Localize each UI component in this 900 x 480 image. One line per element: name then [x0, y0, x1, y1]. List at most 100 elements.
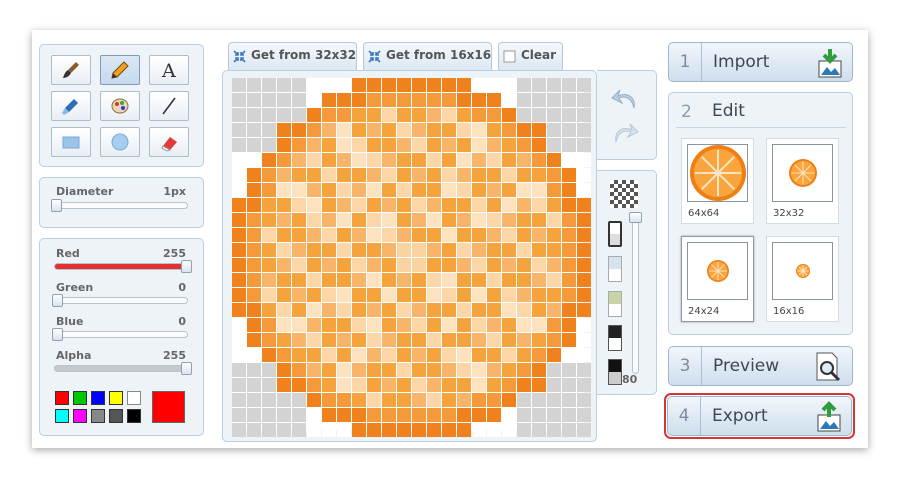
canvas-pixel[interactable]	[247, 198, 261, 212]
canvas-pixel[interactable]	[472, 288, 486, 302]
canvas-pixel[interactable]	[472, 303, 486, 317]
canvas-pixel[interactable]	[472, 408, 486, 422]
canvas-pixel[interactable]	[427, 108, 441, 122]
canvas-pixel[interactable]	[367, 273, 381, 287]
canvas-pixel[interactable]	[292, 93, 306, 107]
canvas-pixel[interactable]	[247, 243, 261, 257]
canvas-pixel[interactable]	[442, 213, 456, 227]
canvas-pixel[interactable]	[337, 273, 351, 287]
canvas-pixel[interactable]	[562, 423, 576, 437]
canvas-pixel[interactable]	[337, 183, 351, 197]
canvas-pixel[interactable]	[322, 318, 336, 332]
canvas-pixel[interactable]	[517, 378, 531, 392]
canvas-pixel[interactable]	[232, 378, 246, 392]
canvas-pixel[interactable]	[262, 198, 276, 212]
canvas-pixel[interactable]	[337, 348, 351, 362]
canvas-pixel[interactable]	[382, 138, 396, 152]
thumbnail-16x16[interactable]: 16x16	[766, 236, 839, 322]
canvas-pixel[interactable]	[367, 318, 381, 332]
canvas-pixel[interactable]	[397, 408, 411, 422]
preview-button[interactable]: 3 Preview	[668, 346, 853, 386]
canvas-pixel[interactable]	[367, 228, 381, 242]
canvas-pixel[interactable]	[277, 363, 291, 377]
canvas-pixel[interactable]	[517, 198, 531, 212]
diameter-slider-thumb[interactable]	[51, 199, 62, 212]
canvas-pixel[interactable]	[472, 363, 486, 377]
canvas-pixel[interactable]	[232, 138, 246, 152]
canvas-pixel[interactable]	[262, 78, 276, 92]
canvas-pixel[interactable]	[397, 93, 411, 107]
canvas-pixel[interactable]	[517, 93, 531, 107]
canvas-pixel[interactable]	[292, 273, 306, 287]
canvas-pixel[interactable]	[457, 198, 471, 212]
canvas-pixel[interactable]	[247, 348, 261, 362]
canvas-pixel[interactable]	[487, 228, 501, 242]
canvas-pixel[interactable]	[487, 123, 501, 137]
canvas-pixel[interactable]	[502, 153, 516, 167]
canvas-pixel[interactable]	[442, 348, 456, 362]
canvas-pixel[interactable]	[337, 213, 351, 227]
canvas-pixel[interactable]	[382, 153, 396, 167]
canvas-pixel[interactable]	[472, 393, 486, 407]
canvas-pixel[interactable]	[337, 168, 351, 182]
canvas-pixel[interactable]	[577, 108, 591, 122]
canvas-pixel[interactable]	[292, 333, 306, 347]
canvas-pixel[interactable]	[577, 228, 591, 242]
canvas-pixel[interactable]	[292, 168, 306, 182]
canvas-pixel[interactable]	[352, 273, 366, 287]
canvas-pixel[interactable]	[337, 108, 351, 122]
canvas-pixel[interactable]	[292, 183, 306, 197]
canvas-pixel[interactable]	[547, 213, 561, 227]
canvas-pixel[interactable]	[517, 228, 531, 242]
canvas-pixel[interactable]	[442, 198, 456, 212]
canvas-pixel[interactable]	[472, 228, 486, 242]
canvas-pixel[interactable]	[367, 213, 381, 227]
canvas-pixel[interactable]	[472, 318, 486, 332]
canvas-pixel[interactable]	[472, 333, 486, 347]
canvas-pixel[interactable]	[487, 363, 501, 377]
canvas-pixel[interactable]	[532, 378, 546, 392]
canvas-pixel[interactable]	[232, 108, 246, 122]
canvas-pixel[interactable]	[487, 408, 501, 422]
canvas-pixel[interactable]	[517, 123, 531, 137]
canvas-pixel[interactable]	[457, 408, 471, 422]
canvas-pixel[interactable]	[337, 423, 351, 437]
canvas-pixel[interactable]	[442, 183, 456, 197]
canvas-pixel[interactable]	[337, 243, 351, 257]
canvas-pixel[interactable]	[352, 108, 366, 122]
canvas-pixel[interactable]	[292, 348, 306, 362]
opacity-slider-thumb[interactable]	[629, 212, 642, 223]
canvas-pixel[interactable]	[442, 138, 456, 152]
canvas-pixel[interactable]	[472, 168, 486, 182]
canvas-pixel[interactable]	[262, 138, 276, 152]
canvas-pixel[interactable]	[547, 408, 561, 422]
canvas-pixel[interactable]	[397, 393, 411, 407]
canvas-pixel[interactable]	[277, 423, 291, 437]
canvas-pixel[interactable]	[562, 393, 576, 407]
canvas-pixel[interactable]	[322, 288, 336, 302]
export-button[interactable]: 4 Export	[667, 396, 852, 436]
canvas-pixel[interactable]	[457, 318, 471, 332]
canvas-pixel[interactable]	[397, 198, 411, 212]
canvas-pixel[interactable]	[532, 288, 546, 302]
canvas-pixel[interactable]	[517, 333, 531, 347]
canvas-pixel[interactable]	[337, 378, 351, 392]
canvas-pixel[interactable]	[262, 318, 276, 332]
canvas-pixel[interactable]	[337, 258, 351, 272]
canvas-pixel[interactable]	[277, 108, 291, 122]
canvas-pixel[interactable]	[502, 168, 516, 182]
palette-swatch[interactable]	[55, 391, 69, 405]
canvas-pixel[interactable]	[427, 168, 441, 182]
canvas-pixel[interactable]	[532, 408, 546, 422]
canvas-pixel[interactable]	[397, 288, 411, 302]
canvas-pixel[interactable]	[427, 78, 441, 92]
canvas-pixel[interactable]	[352, 243, 366, 257]
canvas-pixel[interactable]	[442, 393, 456, 407]
palette-swatch[interactable]	[127, 409, 141, 423]
canvas-pixel[interactable]	[292, 213, 306, 227]
canvas-pixel[interactable]	[247, 183, 261, 197]
canvas-pixel[interactable]	[427, 348, 441, 362]
canvas-pixel[interactable]	[457, 93, 471, 107]
canvas-pixel[interactable]	[307, 138, 321, 152]
canvas-pixel[interactable]	[472, 183, 486, 197]
